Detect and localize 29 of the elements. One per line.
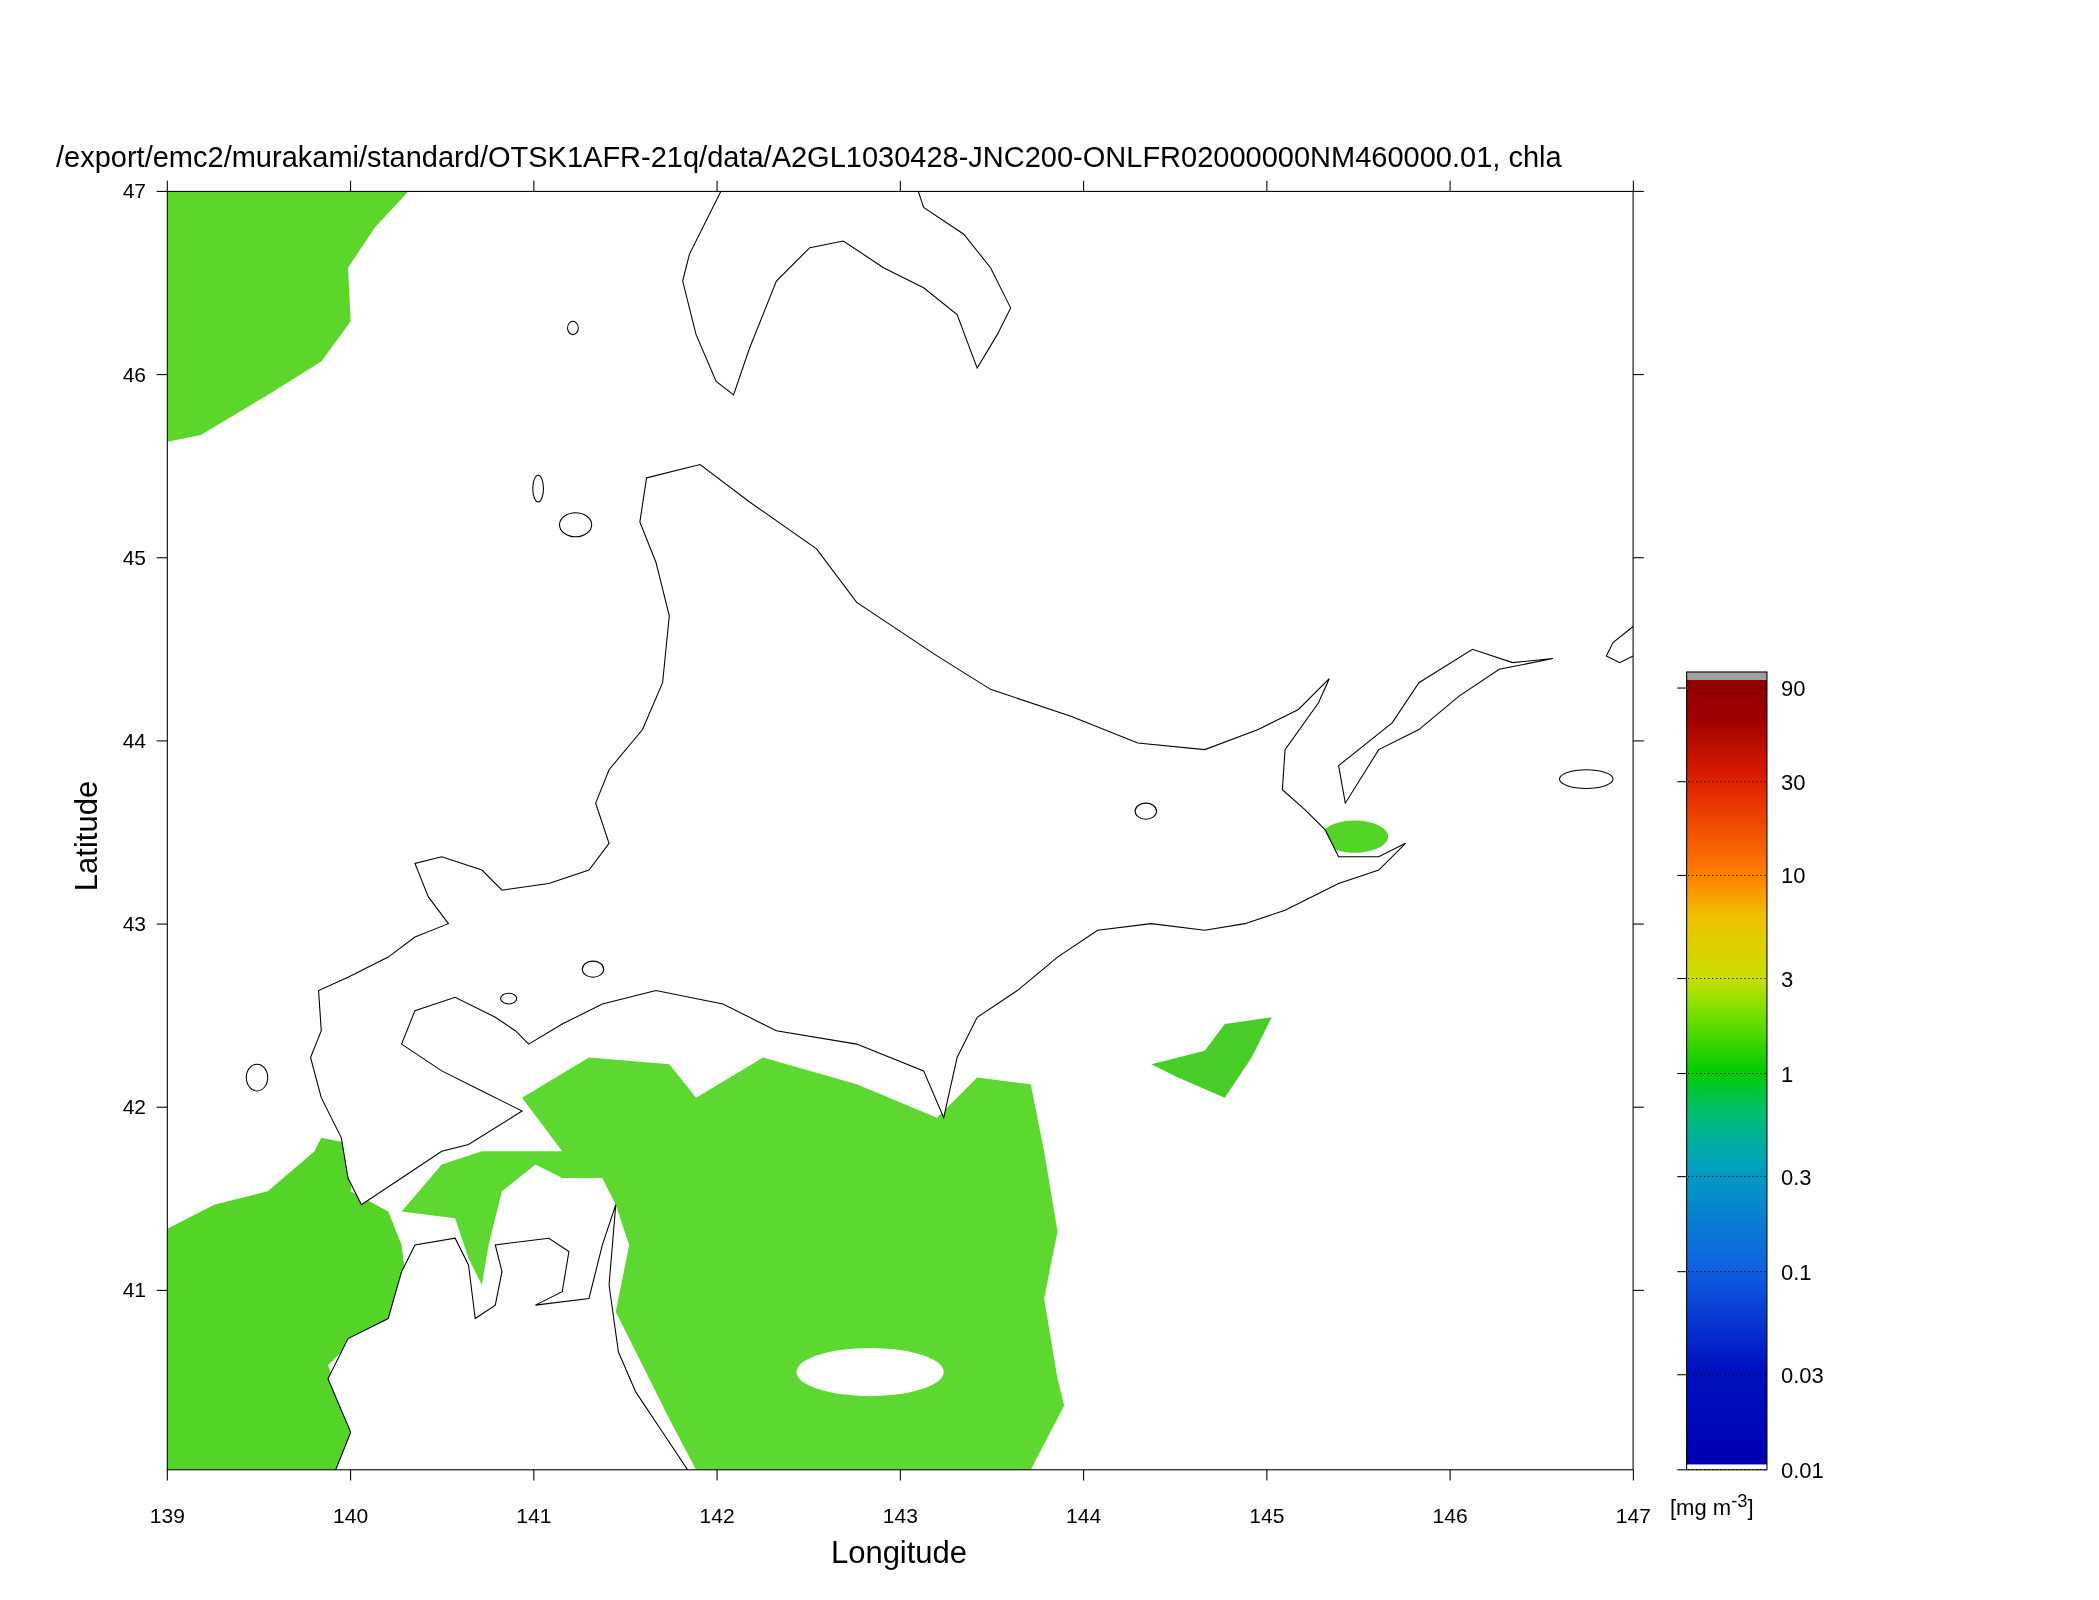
axis-tick-label: 143 [882, 1504, 918, 1527]
axis-tick-label: 45 [122, 545, 146, 569]
colorbar-tick-label: 0.03 [1781, 1362, 1824, 1388]
axis-title: Longitude [830, 1535, 968, 1570]
colorbar-tick-label: 90 [1781, 676, 1806, 702]
axis-tick-label: 144 [1066, 1504, 1102, 1527]
plot-title: /export/emc2/murakami/standard/OTSK1AFR-21q/data/A2GL1030428-JNC200-ONLFR02000000NM460000.01, chla [56, 141, 1562, 173]
axis-tick-label: 142 [699, 1504, 735, 1527]
unit-label: [mg m$^{-3}$] [1670, 1489, 1754, 1523]
colorbar-tick-label: 0.1 [1781, 1259, 1812, 1285]
axis-tick-label: 145 [1249, 1504, 1285, 1527]
colorbar-tick-label: 30 [1781, 769, 1806, 795]
colorbar-tick-label: 0.3 [1781, 1164, 1812, 1190]
axis-tick-label: 41 [122, 1278, 146, 1302]
axis-tick-label: 140 [333, 1504, 369, 1527]
axis-tick-label: 43 [122, 912, 146, 936]
axis-tick-label: 139 [149, 1504, 185, 1527]
colorbar-tick-label: 10 [1781, 863, 1806, 889]
axis-tick-label: 47 [122, 179, 146, 203]
axis-tick-label: 147 [1615, 1504, 1651, 1527]
colorbar-tick-label: 1 [1781, 1061, 1794, 1087]
axis-tick-label: 46 [122, 362, 146, 386]
axis-tick-label: 42 [122, 1095, 146, 1119]
axis-tick-label: 44 [122, 728, 146, 752]
axis-tick-label: 146 [1432, 1504, 1468, 1527]
axis-tick-label: 141 [516, 1504, 552, 1527]
colorbar-tick-label: 0.01 [1781, 1457, 1824, 1483]
colorbar-tick-label: 3 [1781, 966, 1794, 992]
axis-title: Latitude [69, 780, 104, 892]
